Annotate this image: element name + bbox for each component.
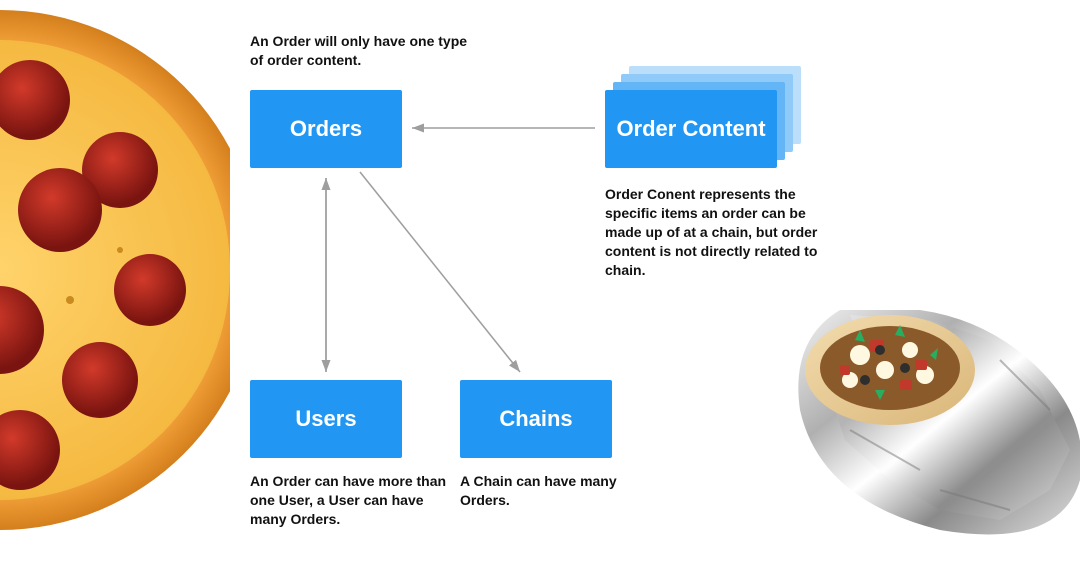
order-content-caption: Order Conent represents the specific ite… xyxy=(605,185,825,279)
users-caption: An Order can have more than one User, a … xyxy=(250,472,450,529)
arrow-orders-to-chains xyxy=(360,172,520,372)
chains-caption: A Chain can have many Orders. xyxy=(460,472,640,510)
orders-caption: An Order will only have one type of orde… xyxy=(250,32,470,70)
orders-box: Orders xyxy=(250,90,402,168)
pizza-image xyxy=(0,0,230,540)
burrito-image xyxy=(740,280,1080,540)
users-box: Users xyxy=(250,380,402,458)
order-content-box: Order Content xyxy=(605,90,777,168)
chains-box: Chains xyxy=(460,380,612,458)
